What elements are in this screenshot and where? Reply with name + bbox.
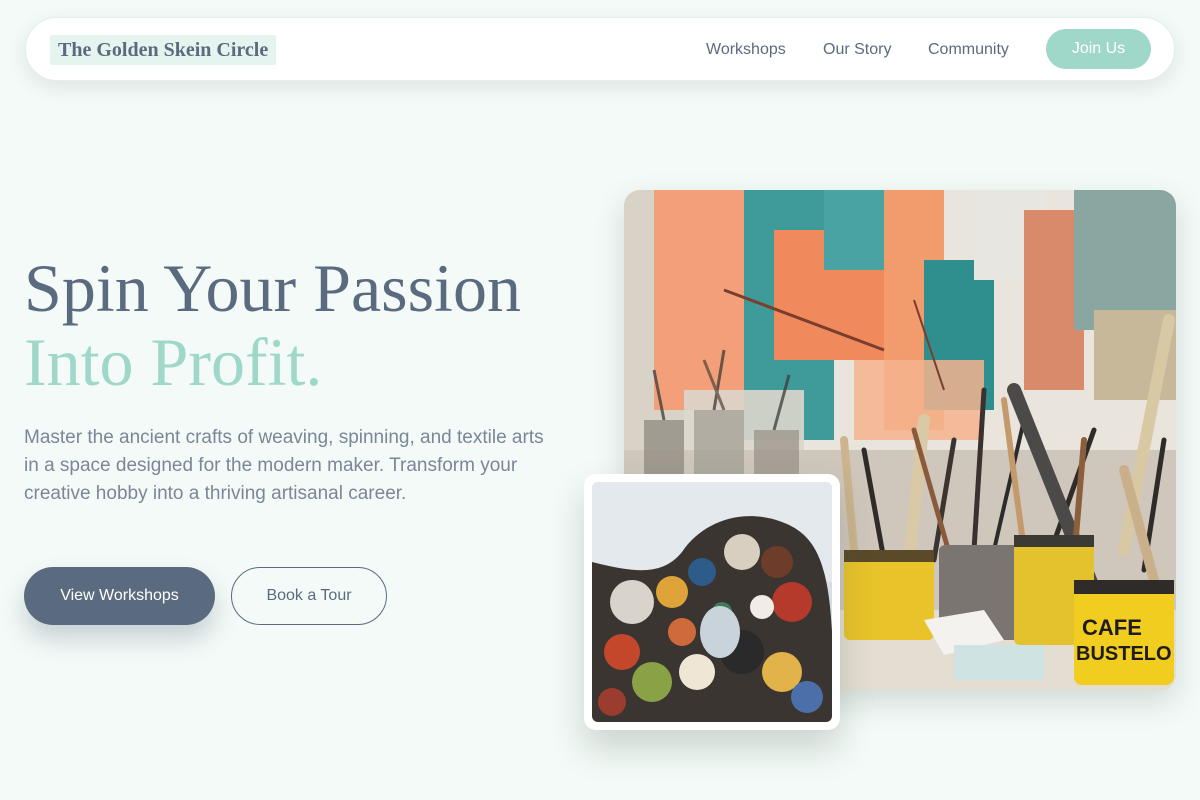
hero-description: Master the ancient crafts of weaving, sp… (24, 427, 544, 504)
can-label-cafe: CAFE (1082, 615, 1142, 640)
nav-link-workshops[interactable]: Workshops (706, 40, 786, 60)
palette-illustration (592, 482, 832, 722)
can-label-bustelo: BUSTELO (1076, 643, 1172, 665)
site-logo[interactable]: The Golden Skein Circle (50, 35, 277, 65)
top-navigation-bar: The Golden Skein Circle Workshops Our St… (25, 17, 1175, 81)
hero-headline: Spin Your Passion (24, 250, 521, 326)
view-workshops-button[interactable]: View Workshops (24, 567, 215, 625)
palette-photo (592, 482, 832, 722)
nav-link-our-story[interactable]: Our Story (823, 40, 891, 60)
nav-link-community[interactable]: Community (928, 40, 1009, 60)
hero-headline-accent: Into Profit. (24, 324, 323, 400)
book-a-tour-button[interactable]: Book a Tour (231, 567, 387, 625)
join-us-button[interactable]: Join Us (1046, 29, 1151, 69)
palette-photo-card (584, 474, 840, 730)
